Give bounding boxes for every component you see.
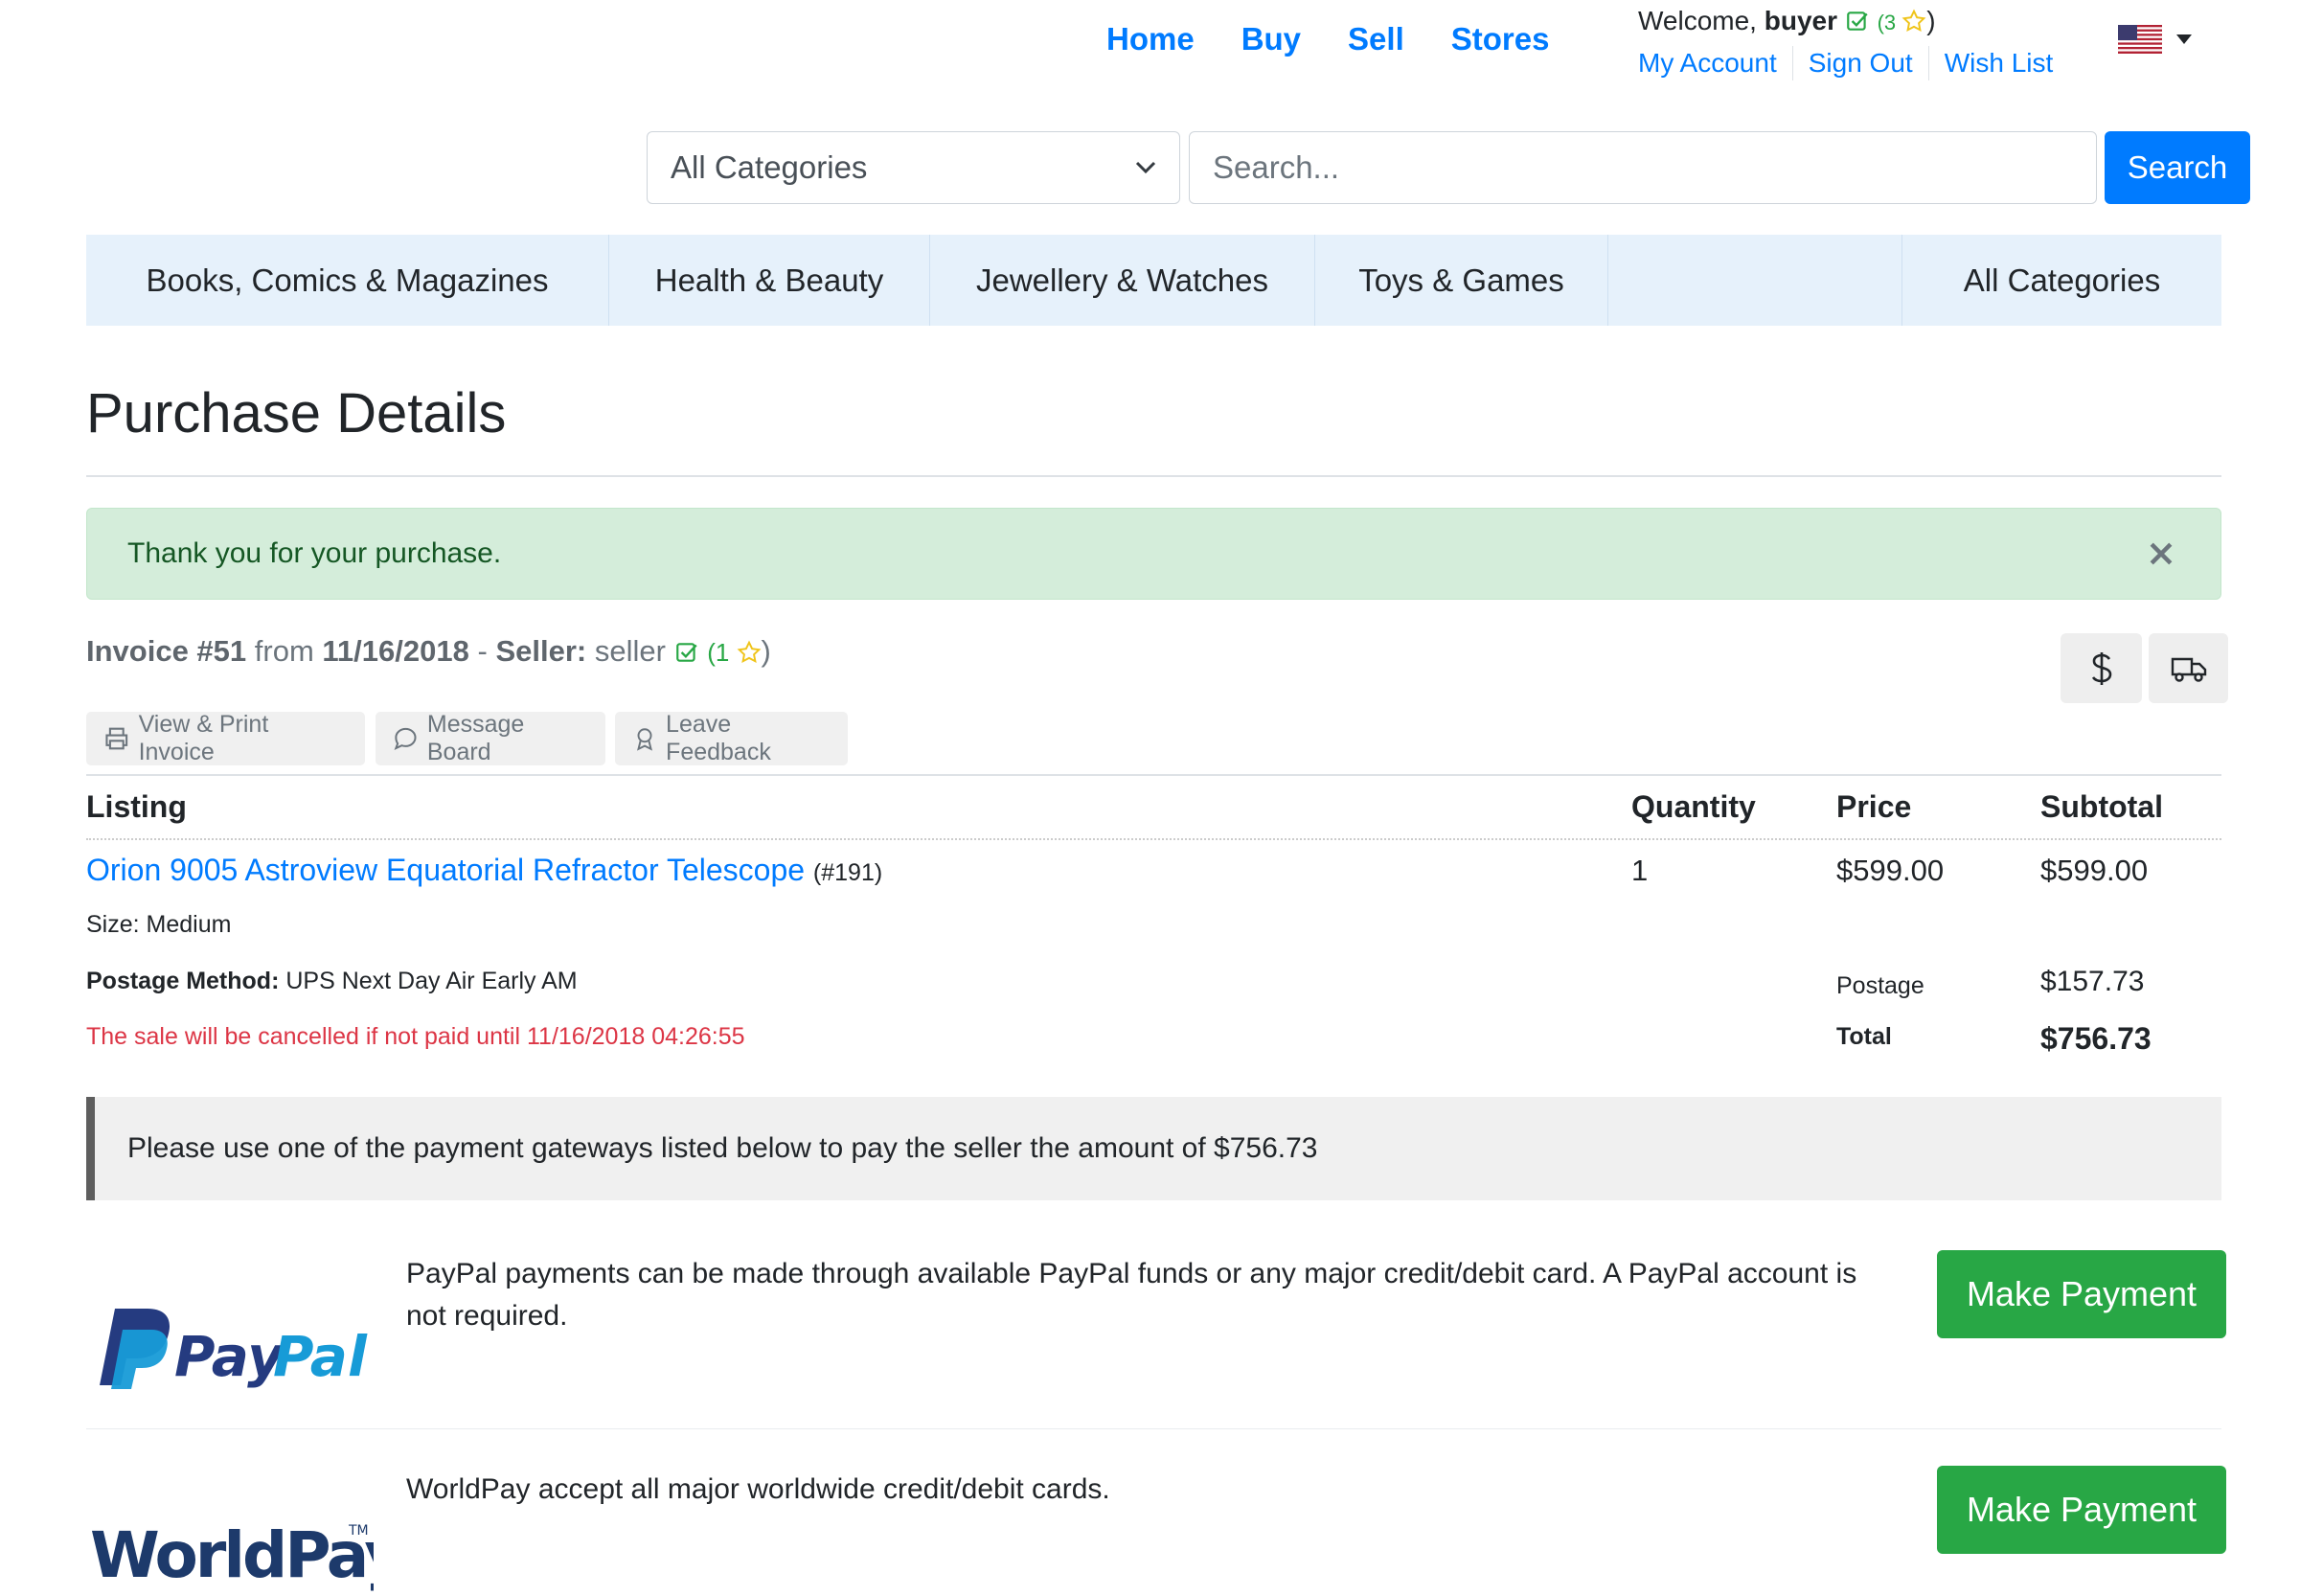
close-icon[interactable] <box>2148 540 2175 567</box>
total-value: $756.73 <box>2040 1021 2152 1056</box>
paypal-make-payment-button[interactable]: Make Payment <box>1937 1250 2226 1338</box>
row-subtotal: $599.00 <box>2040 854 2149 887</box>
seller-name: seller <box>594 634 666 668</box>
header-quantity: Quantity <box>1631 789 1756 824</box>
nav-sell-link[interactable]: Sell <box>1348 21 1404 57</box>
worldpay-logo: WorldPay TM <box>86 1514 407 1596</box>
payment-notice: Please use one of the payment gateways l… <box>86 1097 2221 1200</box>
leave-feedback-button[interactable]: Leave Feedback <box>615 711 848 765</box>
category-jewellery-watches[interactable]: Jewellery & Watches <box>930 235 1315 326</box>
verified-check-icon <box>1846 11 1868 31</box>
row-price: $599.00 <box>1836 854 1945 887</box>
svg-text:WorldPay: WorldPay <box>90 1518 374 1591</box>
invoice-separator: - <box>477 634 488 668</box>
table-header-divider <box>86 838 2221 840</box>
verified-check-icon <box>675 643 697 662</box>
username: buyer <box>1764 6 1837 35</box>
listing-size: Size: Medium <box>86 911 232 938</box>
welcome-message: Welcome, buyer (3 ) <box>1638 6 1936 36</box>
search-placeholder: Search... <box>1213 149 1340 185</box>
seller-rating-close: ) <box>761 634 771 668</box>
worldpay-description: WorldPay accept all major worldwide cred… <box>406 1473 1110 1505</box>
success-alert: Thank you for your purchase. <box>86 508 2221 600</box>
total-label: Total <box>1836 1023 1892 1050</box>
user-rating-close: ) <box>1926 6 1936 35</box>
nav-stores-link[interactable]: Stores <box>1451 21 1550 57</box>
row-quantity: 1 <box>1631 854 1649 887</box>
listing-title-link[interactable]: Orion 9005 Astroview Equatorial Refracto… <box>86 853 805 887</box>
view-print-invoice-button[interactable]: View & Print Invoice <box>86 711 365 765</box>
invoice-from: from <box>254 634 314 668</box>
nav-buy-link[interactable]: Buy <box>1241 21 1301 57</box>
table-top-border <box>86 774 2221 776</box>
award-icon <box>637 728 652 751</box>
seller-label: Seller: <box>495 634 587 668</box>
worldpay-make-payment-button[interactable]: Make Payment <box>1937 1466 2226 1554</box>
listing-row: Orion 9005 Astroview Equatorial Refracto… <box>86 853 882 888</box>
my-account-link[interactable]: My Account <box>1638 46 1792 80</box>
language-selector[interactable] <box>2118 25 2193 54</box>
payment-status-button[interactable] <box>2061 633 2142 703</box>
user-rating[interactable]: (3 <box>1878 9 1927 34</box>
gateway-divider <box>86 1428 2221 1429</box>
account-links: My Account Sign Out Wish List <box>1638 46 2068 80</box>
svg-text:TM: TM <box>348 1523 369 1539</box>
svg-text:Pay: Pay <box>174 1324 285 1389</box>
search-button[interactable]: Search <box>2105 131 2250 204</box>
us-flag-icon <box>2118 25 2162 54</box>
star-icon <box>737 640 761 664</box>
chat-bubble-icon <box>394 727 417 751</box>
category-all[interactable]: All Categories <box>1902 235 2221 326</box>
invoice-number: Invoice #51 <box>86 634 247 668</box>
header-price: Price <box>1836 789 1912 824</box>
divider <box>86 475 2221 477</box>
svg-text:Pal: Pal <box>273 1324 368 1389</box>
postage-label: Postage <box>1836 972 1924 999</box>
header-listing: Listing <box>86 789 187 824</box>
page-title: Purchase Details <box>86 382 507 445</box>
dollar-icon <box>2091 651 2111 685</box>
category-health-beauty[interactable]: Health & Beauty <box>609 235 930 326</box>
shipping-status-button[interactable] <box>2149 633 2228 703</box>
cancel-warning: The sale will be cancelled if not paid u… <box>86 1023 745 1050</box>
header-subtotal: Subtotal <box>2040 789 2163 824</box>
category-toys-games[interactable]: Toys & Games <box>1315 235 1608 326</box>
search-input[interactable]: Search... <box>1189 131 2097 204</box>
star-icon <box>1901 9 1926 33</box>
category-bar-spacer <box>1608 235 1902 326</box>
truck-icon <box>2171 657 2206 682</box>
printer-icon <box>105 727 128 750</box>
seller-rating[interactable]: (1 <box>707 638 761 667</box>
category-bar: Books, Comics & Magazines Health & Beaut… <box>86 235 2221 326</box>
nav-home-link[interactable]: Home <box>1106 21 1195 57</box>
chevron-down-icon <box>1135 161 1156 174</box>
category-select[interactable]: All Categories <box>647 131 1180 204</box>
postage-value: $157.73 <box>2040 966 2145 997</box>
paypal-logo: Pay Pal <box>86 1301 374 1402</box>
alert-message: Thank you for your purchase. <box>127 537 502 569</box>
sign-out-link[interactable]: Sign Out <box>1791 46 1928 80</box>
listing-number: (#191) <box>812 859 883 886</box>
postage-method: Postage Method: UPS Next Day Air Early A… <box>86 968 578 994</box>
message-board-button[interactable]: Message Board <box>376 711 605 765</box>
paypal-description: PayPal payments can be made through avai… <box>406 1258 1857 1332</box>
category-select-value: All Categories <box>671 149 868 185</box>
welcome-prefix: Welcome, <box>1638 6 1757 35</box>
caret-down-icon <box>2176 34 2192 44</box>
category-books[interactable]: Books, Comics & Magazines <box>86 235 609 326</box>
invoice-header: Invoice #51 from 11/16/2018 - Seller: se… <box>86 634 771 669</box>
invoice-date: 11/16/2018 <box>322 634 469 668</box>
main-nav: Home Buy Sell Stores <box>1106 21 1596 57</box>
wish-list-link[interactable]: Wish List <box>1927 46 2069 80</box>
